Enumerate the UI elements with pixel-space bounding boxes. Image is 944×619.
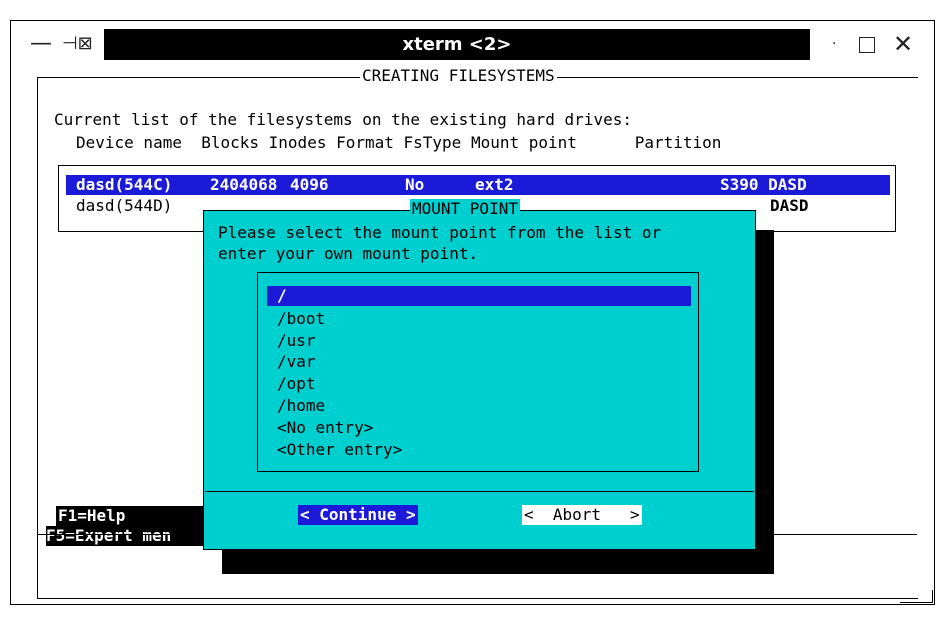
- list-item[interactable]: /: [277, 286, 287, 306]
- cell-device-2[interactable]: dasd(544D): [76, 196, 172, 216]
- dialog-message-1: Please select the mount point from the l…: [218, 223, 662, 242]
- list-item[interactable]: <Other entry>: [277, 440, 402, 460]
- cell-fstype: ext2: [475, 175, 514, 194]
- dialog-message-2: enter your own mount point.: [218, 244, 479, 263]
- dialog-title: MOUNT POINT: [410, 199, 520, 219]
- window-title: xterm <2>: [402, 34, 512, 55]
- intro-text: Current list of the filesystems on the e…: [54, 110, 632, 129]
- column-headers: Device name Blocks Inodes Format FsType …: [76, 133, 722, 152]
- list-item[interactable]: /boot: [277, 309, 325, 329]
- cell-blocks: 2404068: [210, 175, 278, 194]
- list-item[interactable]: <No entry>: [277, 418, 373, 438]
- cell-partition: S390 DASD: [720, 175, 807, 194]
- resize-handle[interactable]: [900, 590, 933, 603]
- list-item[interactable]: /home: [277, 396, 325, 416]
- maximize-icon[interactable]: [859, 37, 875, 53]
- list-item[interactable]: /usr: [277, 331, 316, 351]
- list-item-selected[interactable]: [267, 286, 691, 306]
- menu-icon[interactable]: —: [30, 29, 52, 59]
- pin-icon[interactable]: ⊣⊠: [62, 29, 93, 59]
- cell-partition-2: DASD: [770, 196, 809, 215]
- dialog-divider: [205, 491, 754, 492]
- minimize-dot-icon[interactable]: ·: [832, 29, 836, 59]
- cell-device: dasd(544C): [76, 175, 173, 194]
- cell-format: No: [405, 175, 425, 194]
- screen-title: CREATING FILESYSTEMS: [360, 66, 557, 86]
- cell-inodes: 4096: [290, 175, 329, 194]
- abort-button[interactable]: < Abort >: [522, 505, 642, 525]
- list-item[interactable]: /opt: [277, 374, 316, 394]
- list-item[interactable]: /var: [277, 352, 316, 372]
- help-key[interactable]: F1=Help: [58, 506, 125, 526]
- close-icon[interactable]: ✕: [893, 29, 913, 59]
- continue-button[interactable]: < Continue >: [298, 505, 418, 525]
- expert-key[interactable]: F5=Expert men: [46, 526, 172, 546]
